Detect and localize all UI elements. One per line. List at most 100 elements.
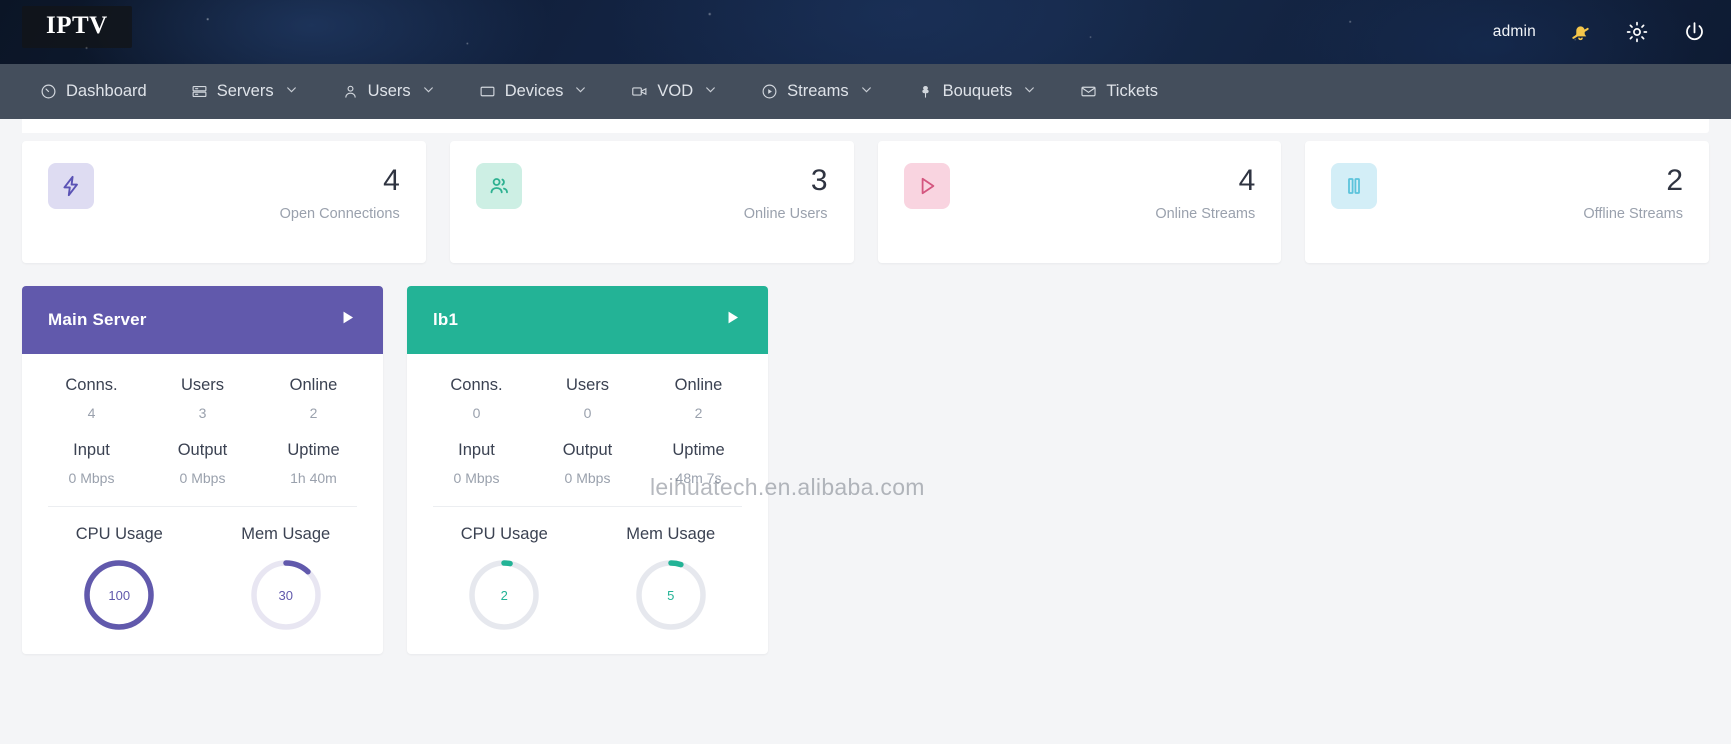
server-stat: Conns. 4	[36, 376, 147, 421]
stat-value: 2	[309, 405, 318, 421]
chevron-down-icon	[860, 82, 873, 101]
lightning-bolt-icon	[48, 163, 94, 209]
server-name: lb1	[433, 310, 459, 329]
stat-value: 4	[383, 164, 400, 197]
server-stat: Users 0	[532, 376, 643, 421]
nav-item-streams[interactable]: Streams	[739, 64, 894, 119]
nav-item-dashboard[interactable]: Dashboard	[18, 64, 169, 119]
play-circle-icon	[761, 83, 778, 100]
stat-label: Offline Streams	[1583, 205, 1683, 222]
stat-card-online-streams: 4 Online Streams	[877, 141, 1282, 263]
stat-value: 1h 40m	[290, 470, 337, 486]
stat-value: 3	[198, 405, 207, 421]
nav-label: VOD	[657, 82, 694, 100]
app-logo-text: IPTV	[46, 12, 108, 39]
users-icon	[475, 163, 522, 209]
server-gauges: CPU Usage 100 Mem Usage 30	[22, 507, 383, 644]
server-stat: Online 2	[258, 376, 369, 421]
chevron-down-icon	[704, 82, 717, 101]
stat-key: Output	[562, 441, 613, 459]
nav-label: Bouquets	[942, 82, 1013, 100]
gauge-label: Mem Usage	[626, 525, 716, 543]
stat-key: Output	[177, 441, 228, 459]
gauge-value: 100	[108, 587, 131, 603]
stat-label: Open Connections	[279, 205, 400, 222]
server-stats-top: Conns. 0 Users 0 Online 2	[407, 354, 768, 421]
gauge-ring: 5	[632, 556, 710, 634]
nav-label: Streams	[787, 82, 849, 100]
nav-item-vod[interactable]: VOD	[609, 64, 739, 119]
stat-key: Uptime	[672, 441, 725, 459]
gauge-ring: 30	[247, 556, 325, 634]
nav-label: Devices	[504, 82, 564, 100]
stat-card-open-connections: 4 Open Connections	[22, 141, 426, 263]
stat-label: Online Streams	[1155, 205, 1256, 222]
server-card-header: lb1	[407, 286, 768, 354]
gauge-mem-usage: Mem Usage 5	[588, 525, 755, 634]
nav-item-users[interactable]: Users	[320, 64, 457, 119]
gauge-mem-usage: Mem Usage 30	[203, 525, 370, 634]
nav-label: Users	[367, 82, 411, 100]
stat-value: 48m 7s	[675, 470, 722, 486]
gauge-value: 2	[500, 587, 508, 603]
stat-value: 0	[472, 405, 481, 421]
stat-key: Uptime	[287, 441, 340, 459]
stat-key: Users	[565, 376, 610, 394]
nav-item-bouquets[interactable]: Bouquets	[895, 64, 1059, 119]
nav-item-servers[interactable]: Servers	[169, 64, 320, 119]
server-card-main-server: Main Server Conns. 4 Users 3 Online 2 In…	[22, 286, 383, 654]
nav-label: Tickets	[1106, 82, 1158, 100]
summary-stat-cards: 4 Open Connections 3 Online Users 4 Onli…	[22, 119, 1709, 263]
stat-card-online-users: 3 Online Users	[449, 141, 854, 263]
stat-key: Input	[73, 441, 110, 459]
server-stat: Conns. 0	[421, 376, 532, 421]
server-stats-bottom: Input 0 Mbps Output 0 Mbps Uptime 1h 40m	[22, 421, 383, 486]
server-stat: Input 0 Mbps	[36, 441, 147, 486]
server-cards: Main Server Conns. 4 Users 3 Online 2 In…	[22, 286, 1709, 654]
server-name: Main Server	[48, 310, 147, 329]
stat-value: 2	[1666, 164, 1683, 197]
server-stat: Input 0 Mbps	[421, 441, 532, 486]
page-top-strip-tab	[22, 119, 134, 133]
stat-key: Conns.	[65, 376, 118, 394]
stat-card-offline-streams: 2 Offline Streams	[1305, 141, 1709, 263]
stat-value: 4	[87, 405, 96, 421]
gear-icon[interactable]	[1625, 20, 1649, 44]
app-logo[interactable]: IPTV	[22, 6, 132, 48]
dashboard-page: 4 Open Connections 3 Online Users 4 Onli…	[0, 119, 1731, 744]
gauge-cpu-usage: CPU Usage 2	[421, 525, 588, 634]
nav-item-devices[interactable]: Devices	[457, 64, 610, 119]
gauge-label: CPU Usage	[75, 525, 163, 543]
main-navigation: Dashboard Servers Users Devices VOD Stre…	[0, 64, 1731, 119]
gauge-ring: 2	[465, 556, 543, 634]
envelope-icon	[1080, 83, 1097, 100]
video-camera-icon	[631, 83, 648, 100]
monitor-icon	[479, 83, 496, 100]
server-card-header: Main Server	[22, 286, 383, 354]
power-icon[interactable]	[1682, 20, 1707, 45]
gauge-icon	[40, 83, 57, 100]
flower-icon	[917, 83, 934, 100]
chevron-down-icon	[1023, 82, 1036, 101]
stat-key: Users	[180, 376, 225, 394]
play-icon	[903, 163, 950, 209]
stat-key: Input	[458, 441, 495, 459]
play-icon[interactable]	[723, 308, 742, 332]
stat-value: 0 Mbps	[564, 470, 611, 486]
play-icon[interactable]	[338, 308, 357, 332]
nav-label: Servers	[216, 82, 274, 100]
gauge-cpu-usage: CPU Usage 100	[36, 525, 203, 634]
pause-icon	[1331, 163, 1378, 209]
server-stat: Uptime 1h 40m	[258, 441, 369, 486]
server-stat: Users 3	[147, 376, 258, 421]
gauge-value: 5	[667, 587, 675, 603]
current-user-label[interactable]: admin	[1493, 23, 1536, 41]
server-stat: Output 0 Mbps	[147, 441, 258, 486]
stat-value: 2	[694, 405, 703, 421]
nav-item-tickets[interactable]: Tickets	[1058, 64, 1180, 119]
bell-slash-icon[interactable]	[1569, 21, 1592, 44]
stat-value: 0 Mbps	[453, 470, 500, 486]
page-top-strip	[22, 119, 1709, 133]
server-icon	[191, 83, 208, 100]
gauge-ring: 100	[80, 556, 158, 634]
